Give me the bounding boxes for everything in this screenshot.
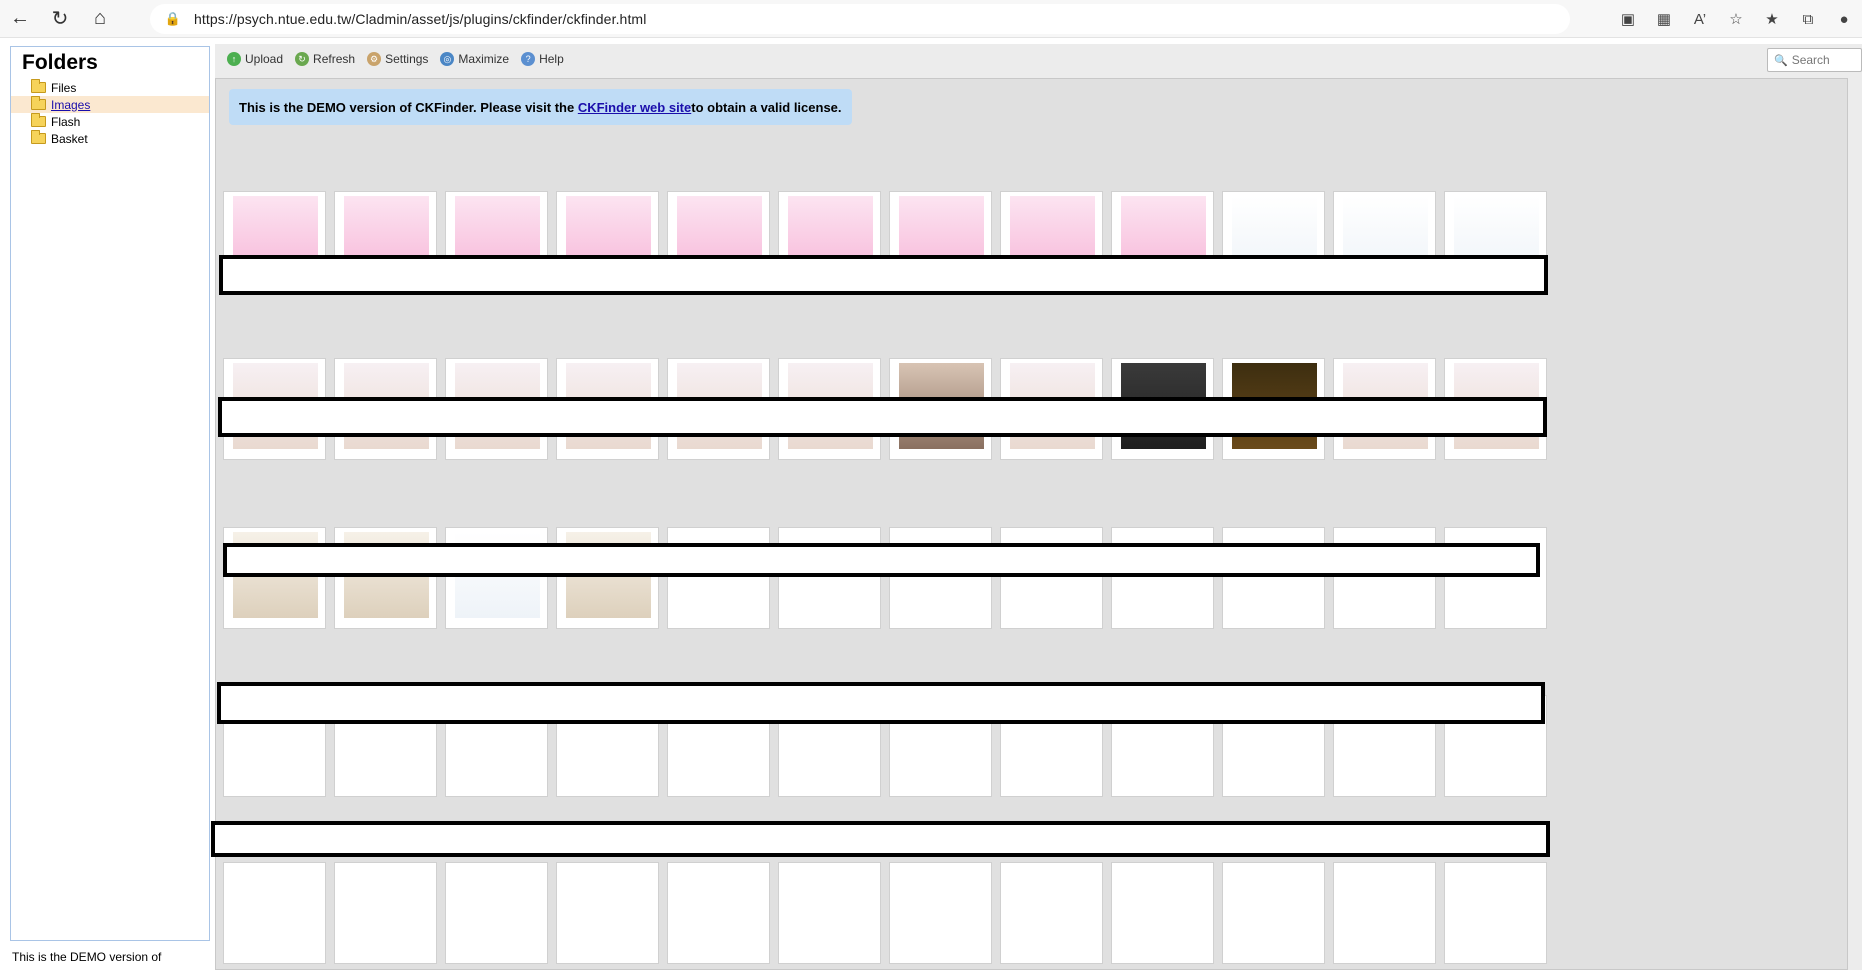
image-thumbnail[interactable]: [667, 862, 770, 964]
folder-item-flash[interactable]: Flash: [11, 113, 209, 130]
help-button[interactable]: ? Help: [515, 48, 570, 70]
filename-row-band: [217, 682, 1545, 724]
folder-item-images[interactable]: Images: [11, 96, 209, 113]
settings-button[interactable]: ⚙ Settings: [361, 48, 434, 70]
refresh-button[interactable]: ↻ Refresh: [289, 48, 361, 70]
home-icon[interactable]: ⌂: [80, 0, 120, 38]
wrench-icon: ⚙: [367, 52, 382, 66]
lock-icon: 🔒: [164, 11, 182, 26]
search-input[interactable]: 🔍 Search: [1767, 48, 1862, 72]
folder-icon: [31, 130, 46, 144]
filename-row-band: [218, 397, 1547, 437]
image-thumbnail[interactable]: [889, 862, 992, 964]
search-placeholder: Search: [1791, 53, 1830, 67]
upload-label: Upload: [245, 52, 284, 66]
refresh-icon: ↻: [295, 52, 310, 66]
url-text: https://psych.ntue.edu.tw/Cladmin/asset/…: [194, 11, 647, 27]
image-thumbnail[interactable]: [445, 862, 548, 964]
settings-label: Settings: [385, 52, 429, 66]
folder-list: Files Images Flash Basket: [11, 79, 209, 147]
folder-icon: [31, 79, 46, 93]
profile-icon[interactable]: ●: [1826, 0, 1862, 38]
help-icon: ?: [521, 52, 536, 66]
folder-item-files[interactable]: Files: [11, 79, 209, 96]
collections-icon[interactable]: ⧉: [1790, 0, 1826, 38]
read-aloud-icon[interactable]: A’: [1682, 0, 1718, 38]
favorite-add-icon[interactable]: ☆: [1718, 0, 1754, 38]
upload-icon: ↑: [227, 52, 241, 66]
toolbar: ↑ Upload ↻ Refresh ⚙ Settings ◎ Maximize…: [215, 44, 1862, 74]
address-bar[interactable]: 🔒 https://psych.ntue.edu.tw/Cladmin/asse…: [150, 4, 1570, 34]
demo-footer-text: This is the DEMO version of: [12, 950, 162, 964]
image-thumbnail[interactable]: [1000, 862, 1103, 964]
folder-label: Flash: [51, 114, 81, 129]
ckfinder-web-site-link[interactable]: CKFinder web site: [578, 100, 691, 115]
image-thumbnail[interactable]: [1111, 862, 1214, 964]
filename-row-band: [219, 255, 1548, 295]
maximize-label: Maximize: [458, 52, 510, 66]
maximize-button[interactable]: ◎ Maximize: [434, 48, 515, 70]
help-label: Help: [539, 52, 564, 66]
folder-item-basket[interactable]: Basket: [11, 130, 209, 147]
browser-toolbar: ← ↻ ⌂ 🔒 https://psych.ntue.edu.tw/Cladmi…: [0, 0, 1862, 38]
image-thumbnail[interactable]: [334, 862, 437, 964]
demo-notice: This is the DEMO version of CKFinder. Pl…: [229, 89, 852, 125]
refresh-label: Refresh: [313, 52, 356, 66]
image-thumbnail[interactable]: [1444, 862, 1547, 964]
folders-panel: Folders Files Images Flash Basket: [10, 46, 210, 941]
apps-icon[interactable]: ▦: [1646, 0, 1682, 38]
folder-icon: [31, 113, 46, 127]
folder-label: Files: [51, 80, 77, 95]
reader-view-icon[interactable]: ▣: [1610, 0, 1646, 38]
notice-text-after: to obtain a valid license.: [691, 99, 842, 115]
back-arrow-icon[interactable]: ←: [0, 0, 40, 38]
notice-text: This is the DEMO version of CKFinder. Pl…: [239, 99, 575, 115]
filename-row-band: [211, 821, 1550, 857]
demo-footer: This is the DEMO version of: [12, 950, 212, 965]
folder-label: Images: [51, 97, 91, 112]
filename-row-band: [223, 543, 1540, 577]
maximize-icon: ◎: [440, 52, 455, 66]
search-icon: 🔍: [1774, 54, 1788, 67]
folders-title: Folders: [22, 51, 98, 74]
image-thumbnail[interactable]: [556, 862, 659, 964]
vertical-scrollbar[interactable]: [1848, 78, 1862, 970]
refresh-icon[interactable]: ↻: [40, 0, 80, 38]
image-thumbnail[interactable]: [223, 862, 326, 964]
upload-button[interactable]: ↑ Upload: [221, 48, 289, 70]
folder-icon: [31, 96, 46, 110]
image-thumbnail[interactable]: [1333, 862, 1436, 964]
image-thumbnail[interactable]: [1222, 862, 1325, 964]
main-area: ↑ Upload ↻ Refresh ⚙ Settings ◎ Maximize…: [211, 44, 1862, 970]
file-browser-content: This is the DEMO version of CKFinder. Pl…: [211, 78, 1848, 970]
folder-label: Basket: [51, 131, 88, 146]
favorites-icon[interactable]: ★: [1754, 0, 1790, 38]
image-thumbnail[interactable]: [778, 862, 881, 964]
